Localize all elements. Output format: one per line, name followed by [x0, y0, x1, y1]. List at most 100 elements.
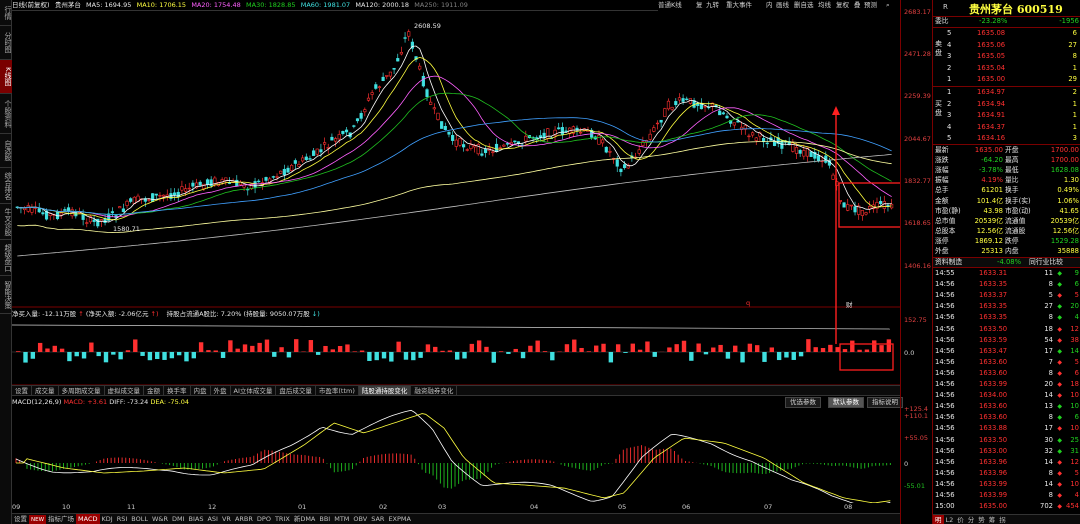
fq-button[interactable]: 复 [696, 0, 703, 11]
weibi-label: 委比 [935, 17, 949, 25]
default-params-button[interactable]: 默认参数 [828, 397, 864, 408]
flow-bar [689, 352, 694, 361]
tab-trend[interactable]: 势 [976, 515, 987, 524]
draw-line-button[interactable]: 画线 [776, 0, 789, 11]
month-label: 05 [618, 503, 627, 511]
forecast-button[interactable]: 预测 [864, 0, 877, 11]
events-button[interactable]: 重大事件 [726, 0, 752, 11]
tab-sar[interactable]: SAR [369, 514, 386, 524]
tab-chips[interactable]: 筹 [987, 515, 998, 524]
tab-virtual-volume[interactable]: 虚拟成交量 [105, 386, 144, 396]
tab-asi[interactable]: ASI [205, 514, 220, 524]
optimal-params-button[interactable]: 优选参数 [785, 397, 821, 408]
tab-industry[interactable]: 资料制造 [935, 258, 962, 267]
left-tab-quote[interactable]: 行情 [0, 0, 12, 26]
tab-margin[interactable]: 融资融券变化 [411, 386, 458, 396]
stat-label: 涨跌 [935, 156, 949, 165]
tick-time: 14:56 [935, 313, 955, 322]
remove-watchlist-button[interactable]: 删自选 [794, 0, 814, 11]
month-label: 11 [127, 503, 136, 511]
flow-bar [762, 352, 767, 362]
up-marker-icon: ◆ [1057, 325, 1062, 333]
tab-turn[interactable]: 拐 [997, 515, 1008, 524]
tab-amount[interactable]: 金额 [144, 386, 164, 396]
tab-bias[interactable]: BIAS [187, 514, 206, 524]
left-tab-ranking[interactable]: 综合排名 [0, 168, 12, 204]
chart-canvas[interactable] [12, 11, 900, 503]
candle-body [297, 163, 301, 167]
left-tab-profile[interactable]: 个股资料 [0, 94, 12, 134]
macd-axis: +55.05 [904, 434, 929, 442]
tab-bottom-settings[interactable]: 设置 [12, 514, 29, 524]
tab-turnover[interactable]: 换手率 [164, 386, 191, 396]
tab-arbr[interactable]: ARBR [233, 514, 255, 524]
tick-price: 1633.96 [979, 457, 1008, 466]
new-badge[interactable]: NEW [29, 515, 47, 524]
flow-axis-top: 152.75 [904, 316, 927, 324]
jiuzhuan-button[interactable]: 九转 [706, 0, 719, 11]
tab-vr[interactable]: VR [220, 514, 233, 524]
indicator-help-button[interactable]: 指标说明 [867, 397, 903, 408]
stat-label: 换手 [1005, 186, 1019, 195]
tab-price[interactable]: 价 [955, 515, 966, 524]
tab-minute[interactable]: 分 [966, 515, 977, 524]
tick-price: 1633.35 [979, 280, 1008, 289]
tab-new-dma[interactable]: 新DMA [292, 514, 318, 524]
tab-multi-volume[interactable]: 多周期成交量 [59, 386, 105, 396]
tab-pe-ttm[interactable]: 市盈率(ttm) [316, 386, 359, 396]
tick-count: 25 [1070, 435, 1079, 444]
tab-rsi[interactable]: RSI [115, 514, 130, 524]
left-tab-watchlist[interactable]: 自选股 [0, 134, 12, 168]
tab-dpo[interactable]: DPO [255, 514, 273, 524]
tab-dmi[interactable]: DMI [170, 514, 187, 524]
restore-button[interactable]: 复权 [836, 0, 849, 11]
ask-row: 1 1635.00 29 [933, 75, 1080, 84]
left-tab-smart-decision[interactable]: 智能决策 [0, 276, 12, 314]
left-tab-diagnosis[interactable]: 牛叉诊股 [0, 204, 12, 240]
macd-name[interactable]: MACD(12,26,9) [12, 398, 61, 406]
weibi-row: 委比 -23.28% -1956 [933, 17, 1080, 26]
tab-mtm[interactable]: MTM [332, 514, 351, 524]
inner-button[interactable]: 内 [766, 0, 773, 11]
flow-bar [806, 339, 811, 352]
price-tick: 2471.28 [904, 50, 931, 58]
tab-indicator-square[interactable]: 指标广场 [46, 514, 76, 524]
flow-bar [169, 352, 175, 359]
tab-peer-compare[interactable]: 同行业比较 [1029, 258, 1063, 267]
tab-settings[interactable]: 设置 [12, 386, 32, 396]
tab-inner[interactable]: 内盘 [191, 386, 211, 396]
candle-body [129, 198, 133, 202]
candle-body [802, 150, 806, 157]
left-tab-timeshare[interactable]: 分时图 [0, 26, 12, 60]
tab-bbi[interactable]: BBI [317, 514, 332, 524]
search-icon[interactable]: ⌕ [886, 0, 890, 11]
tab-outer[interactable]: 外盘 [211, 386, 231, 396]
candle-body [158, 195, 162, 197]
tab-macd[interactable]: MACD [76, 514, 100, 524]
tab-boll[interactable]: BOLL [129, 514, 150, 524]
candle-body [648, 133, 652, 140]
period-label[interactable]: 日线(前复权) [12, 1, 50, 9]
tab-expma[interactable]: EXPMA [386, 514, 413, 524]
tab-detail[interactable]: 明 [933, 515, 944, 524]
candle-body [429, 101, 433, 105]
tab-trix[interactable]: TRIX [273, 514, 292, 524]
tab-obv[interactable]: OBV [351, 514, 369, 524]
tab-afterhours[interactable]: 盘后成交量 [276, 386, 316, 396]
ma-button[interactable]: 均线 [818, 0, 831, 11]
overlay-button[interactable]: 叠 [854, 0, 861, 11]
ask-level: 2 [947, 63, 952, 72]
tab-kdj[interactable]: KDJ [100, 514, 115, 524]
tick-price: 1633.35 [979, 313, 1008, 322]
kline-type-button[interactable]: 普通K线 [658, 0, 682, 11]
tab-wr[interactable]: W&R [150, 514, 170, 524]
left-tab-kline[interactable]: K线图 [0, 60, 12, 94]
left-tab-super-handicap[interactable]: 超级盘口 [0, 240, 12, 276]
tab-volume[interactable]: 成交量 [32, 386, 59, 396]
ma120-value: MA120: 2000.18 [355, 1, 410, 9]
tab-l2[interactable]: L2 [944, 515, 956, 524]
stat-label: 最新 [935, 146, 949, 154]
tab-ai-volume[interactable]: AI立体成交量 [231, 386, 277, 396]
candle-body [622, 164, 627, 169]
tab-northbound-holding[interactable]: 陆股通持股变化 [358, 386, 412, 396]
